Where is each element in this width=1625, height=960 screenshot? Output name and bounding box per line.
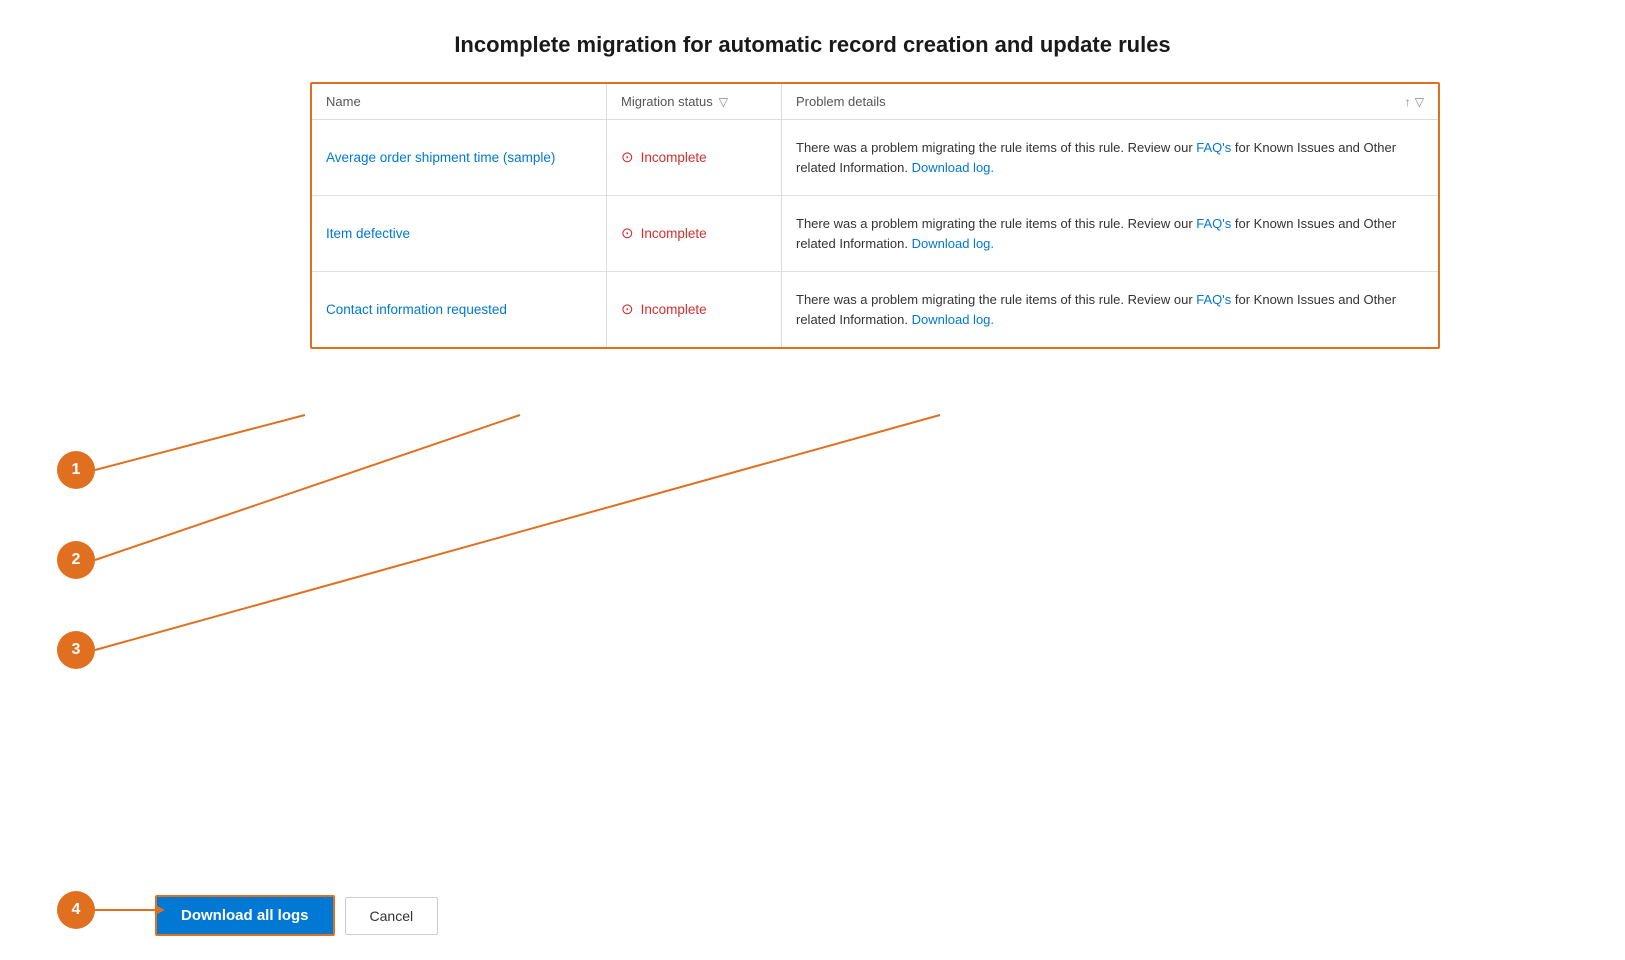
annotation-bubble-2: 2	[57, 541, 95, 579]
col-header-problem: Problem details ↑ ▽	[782, 84, 1438, 120]
col-status-label: Migration status	[621, 94, 713, 109]
table-cell-problem-3: There was a problem migrating the rule i…	[782, 272, 1438, 347]
problem-sort-filter: ↑ ▽	[1405, 95, 1424, 109]
download-all-logs-button[interactable]: Download all logs	[155, 895, 335, 936]
problem-prefix-2: There was a problem migrating the rule i…	[796, 216, 1196, 231]
status-cell-2: ⊙ Incomplete	[621, 226, 707, 241]
problem-prefix-3: There was a problem migrating the rule i…	[796, 292, 1196, 307]
annotation-bubble-4: 4	[57, 891, 95, 929]
table-cell-problem-2: There was a problem migrating the rule i…	[782, 196, 1438, 272]
problem-prefix-1: There was a problem migrating the rule i…	[796, 140, 1196, 155]
button-row: Download all logs Cancel	[155, 895, 438, 936]
table-cell-problem-1: There was a problem migrating the rule i…	[782, 120, 1438, 196]
table-grid: Name Migration status ▽ Problem details …	[312, 84, 1438, 347]
status-cell-3: ⊙ Incomplete	[621, 302, 707, 317]
rule-name-link-3[interactable]: Contact information requested	[326, 302, 507, 317]
status-cell-1: ⊙ Incomplete	[621, 150, 707, 165]
col-header-name: Name	[312, 84, 607, 120]
status-filter-icon[interactable]: ▽	[719, 95, 728, 109]
table-cell-name-3: Contact information requested	[312, 272, 607, 347]
rule-name-link-2[interactable]: Item defective	[326, 226, 410, 241]
status-text-3: Incomplete	[641, 302, 707, 317]
page-container: Incomplete migration for automatic recor…	[0, 0, 1625, 960]
annotation-number-2: 2	[72, 551, 81, 569]
incomplete-icon-1: ⊙	[621, 150, 634, 165]
problem-text-2: There was a problem migrating the rule i…	[796, 214, 1424, 253]
migration-table: Name Migration status ▽ Problem details …	[310, 82, 1440, 349]
table-cell-status-3: ⊙ Incomplete	[607, 272, 782, 347]
rule-name-link-1[interactable]: Average order shipment time (sample)	[326, 150, 555, 165]
annotation-bubble-3: 3	[57, 631, 95, 669]
table-cell-name-2: Item defective	[312, 196, 607, 272]
incomplete-icon-3: ⊙	[621, 302, 634, 317]
page-title: Incomplete migration for automatic recor…	[0, 0, 1625, 82]
cancel-button[interactable]: Cancel	[345, 897, 439, 935]
problem-text-1: There was a problem migrating the rule i…	[796, 138, 1424, 177]
sort-up-icon[interactable]: ↑	[1405, 95, 1411, 109]
incomplete-icon-2: ⊙	[621, 226, 634, 241]
annotation-number-1: 1	[72, 461, 81, 479]
problem-text-3: There was a problem migrating the rule i…	[796, 290, 1424, 329]
filter-icon[interactable]: ▽	[1415, 95, 1424, 109]
download-log-link-1[interactable]: Download log.	[912, 160, 994, 175]
table-cell-status-1: ⊙ Incomplete	[607, 120, 782, 196]
faq-link-3[interactable]: FAQ's	[1196, 292, 1231, 307]
status-text-1: Incomplete	[641, 150, 707, 165]
annotation-number-3: 3	[72, 641, 81, 659]
table-cell-name-1: Average order shipment time (sample)	[312, 120, 607, 196]
col-header-status: Migration status ▽	[607, 84, 782, 120]
faq-link-2[interactable]: FAQ's	[1196, 216, 1231, 231]
annotation-bubble-1: 1	[57, 451, 95, 489]
download-log-link-2[interactable]: Download log.	[912, 236, 994, 251]
col-name-label: Name	[326, 94, 361, 109]
faq-link-1[interactable]: FAQ's	[1196, 140, 1231, 155]
download-log-link-3[interactable]: Download log.	[912, 312, 994, 327]
col-problem-label: Problem details	[796, 94, 886, 109]
annotation-number-4: 4	[72, 901, 81, 919]
table-cell-status-2: ⊙ Incomplete	[607, 196, 782, 272]
status-text-2: Incomplete	[641, 226, 707, 241]
